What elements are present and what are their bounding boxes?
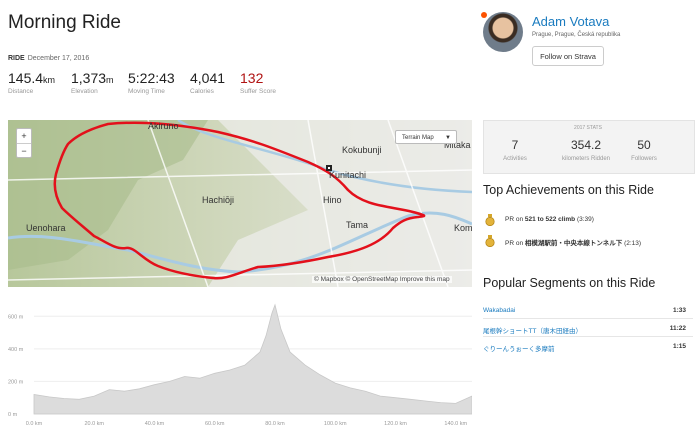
zoom-control: + − xyxy=(16,128,32,158)
athlete-name-link[interactable]: Adam Votava xyxy=(532,14,609,29)
achievement-segment-link[interactable]: 521 to 522 climb xyxy=(525,216,575,223)
x-tick-label: 40.0 km xyxy=(145,421,165,427)
map-attribution[interactable]: © Mapbox © OpenStreetMap Improve this ma… xyxy=(312,276,452,283)
achievements-heading: Top Achievements on this Ride xyxy=(483,183,654,197)
x-tick-label: 100.0 km xyxy=(324,421,347,427)
athlete-location: Prague, Prague, Česká republika xyxy=(532,32,621,38)
avatar[interactable] xyxy=(483,12,523,52)
segment-link[interactable]: 尾根幹ショートTT（唐木田経由） xyxy=(483,328,582,335)
year-stat-label: Activities xyxy=(503,156,527,162)
terrain-map-dropdown[interactable]: Terrain Map ▼ xyxy=(395,130,457,144)
place-label: Komae xyxy=(454,223,472,233)
place-label: Hachiōji xyxy=(202,195,235,205)
segment-time: 1:33 xyxy=(672,307,686,314)
y-tick-label: 0 m xyxy=(8,412,18,418)
y-tick-label: 400 m xyxy=(8,347,24,353)
premium-badge-icon xyxy=(481,12,487,18)
x-tick-label: 60.0 km xyxy=(205,421,225,427)
achievement-item: PR on 相模湖駅前・中央本線トンネル下 (2:13) xyxy=(505,240,642,247)
zoom-out-button[interactable]: − xyxy=(17,144,31,158)
stat-distance: 145.4km Distance xyxy=(8,70,56,95)
stat-moving-time: 5:22:43 Moving Time xyxy=(128,70,175,95)
activity-type: RIDE xyxy=(8,55,25,62)
follow-button[interactable]: Follow on Strava xyxy=(532,46,604,66)
achievement-segment-link[interactable]: 相模湖駅前・中央本線トンネル下 xyxy=(525,240,622,247)
year-stat-label: kilometers Ridden xyxy=(561,156,611,162)
year-stats-title: 2017 STATS xyxy=(574,125,602,131)
stat-calories: 4,041 Calories xyxy=(190,70,226,95)
route-map[interactable]: Akiruno Kokubunji Mitaka Kunitachi Hachi… xyxy=(8,120,472,287)
divider xyxy=(483,318,693,319)
medal-icon xyxy=(485,234,495,252)
x-tick-label: 20.0 km xyxy=(84,421,104,427)
activity-date: December 17, 2016 xyxy=(27,55,90,62)
year-stat-value: 354.2 xyxy=(570,138,602,152)
place-label: Hino xyxy=(323,195,342,205)
elevation-chart[interactable]: 600 m 400 m 200 m 0 m 0.0 km 20.0 km 40.0 km 60… xyxy=(8,296,473,430)
activity-title: Morning Ride xyxy=(8,12,121,33)
segment-row: ぐりーんうぉーく多摩前 1:15 xyxy=(483,343,686,353)
achievement-item: PR on 521 to 522 climb (3:39) xyxy=(505,216,594,223)
place-label: Tama xyxy=(346,220,369,230)
zoom-in-button[interactable]: + xyxy=(17,129,31,144)
year-stat-label: Followers xyxy=(631,156,657,162)
place-label: Uenohara xyxy=(26,223,66,233)
segment-row: 尾根幹ショートTT（唐木田経由） 11:22 xyxy=(483,325,686,335)
segment-link[interactable]: ぐりーんうぉーく多摩前 xyxy=(483,346,555,353)
activity-date-line: RIDE December 17, 2016 xyxy=(8,55,89,62)
x-tick-label: 0.0 km xyxy=(26,421,43,427)
y-tick-label: 600 m xyxy=(8,314,24,320)
stat-elevation: 1,373m Elevation xyxy=(71,70,114,95)
map-canvas xyxy=(8,120,472,287)
year-stat-value: 50 xyxy=(637,138,651,152)
place-label: Kokubunji xyxy=(342,145,382,155)
segment-row: Wakabadai 1:33 xyxy=(483,307,686,314)
elevation-area xyxy=(33,303,473,415)
elevation-svg: 600 m 400 m 200 m 0 m 0.0 km 20.0 km 40.0 km 60… xyxy=(8,303,473,427)
stat-suffer-score[interactable]: 132 Suffer Score xyxy=(240,70,276,95)
segment-time: 1:15 xyxy=(672,343,686,350)
place-label: Akiruno xyxy=(148,121,179,131)
segment-link[interactable]: Wakabadai xyxy=(483,307,515,314)
x-tick-label: 80.0 km xyxy=(265,421,285,427)
x-tick-label: 140.0 km xyxy=(444,421,467,427)
medal-icon xyxy=(485,213,495,231)
x-tick-label: 120.0 km xyxy=(384,421,407,427)
caret-down-icon: ▼ xyxy=(445,135,451,141)
place-label: Kunitachi xyxy=(329,170,367,180)
y-tick-label: 200 m xyxy=(8,379,24,385)
segment-time: 11:22 xyxy=(669,325,686,332)
divider xyxy=(483,336,693,337)
year-stat-value: 7 xyxy=(511,138,519,152)
segments-heading: Popular Segments on this Ride xyxy=(483,276,656,290)
